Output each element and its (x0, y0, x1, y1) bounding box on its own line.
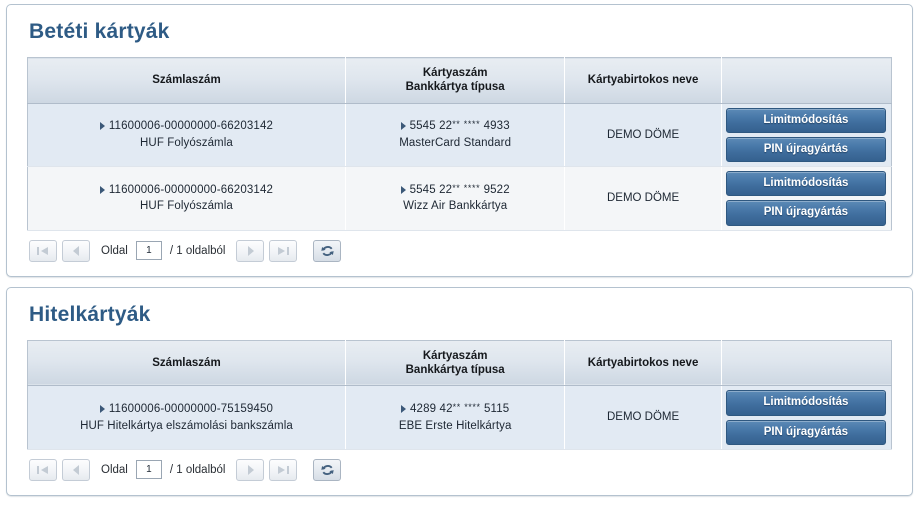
refresh-button[interactable] (313, 239, 342, 262)
cell-card-holder: DEMO DÖME (564, 166, 722, 231)
table-header-row: Számlaszám Kártyaszám Bankkártya típusa … (27, 57, 892, 104)
cell-card-holder: DEMO DÖME (564, 103, 722, 168)
cell-account-number: 11600006-00000000-66203142 HUF Folyószám… (27, 103, 346, 168)
card-number-line: 5545 22** **** 4933 (352, 118, 558, 135)
pagination-suffix: / 1 oldalból (169, 463, 226, 476)
cell-card-number: 5545 22** **** 9522 Wizz Air Bankkártya (345, 166, 566, 231)
account-number-line: 11600006-00000000-75159450 (34, 401, 339, 418)
first-page-button[interactable] (29, 458, 57, 481)
account-type-value: HUF Folyószámla (140, 200, 233, 213)
cell-actions: Limitmódosítás PIN újragyártás (721, 385, 892, 450)
column-header-actions (721, 57, 892, 104)
page-number-input[interactable] (135, 241, 162, 261)
cell-card-number: 5545 22** **** 4933 MasterCard Standard (345, 103, 566, 168)
expand-triangle-icon[interactable] (99, 404, 105, 413)
limit-modification-button[interactable]: Limitmódosítás (725, 171, 886, 197)
pagination-debit: Oldal / 1 oldalból (27, 231, 892, 262)
card-type-value: MasterCard Standard (399, 137, 512, 150)
card-number-prefix: 4289 42 (410, 403, 453, 416)
column-header-card-number: Kártyaszám (422, 67, 488, 80)
previous-page-button[interactable] (62, 458, 90, 481)
next-page-button[interactable] (236, 239, 265, 262)
cell-card-number: 4289 42** **** 5115 EBE Erste Hitelkárty… (345, 385, 566, 450)
card-number-prefix: 5545 22 (409, 120, 453, 133)
pin-regeneration-button[interactable]: PIN újragyártás (725, 200, 886, 226)
page-number-input[interactable] (135, 460, 162, 480)
column-header-account-number: Számlaszám (27, 340, 346, 387)
expand-triangle-icon[interactable] (400, 185, 406, 194)
column-header-card-holder: Kártyabirtokos neve (564, 340, 722, 387)
card-number-mask1: ** (452, 119, 461, 130)
pin-regeneration-button[interactable]: PIN újragyártás (725, 137, 886, 163)
account-number-line: 11600006-00000000-66203142 (34, 118, 339, 135)
page-title-credit: Hitelkártyák (29, 302, 151, 326)
refresh-button[interactable] (313, 458, 342, 481)
limit-modification-button[interactable]: Limitmódosítás (725, 390, 886, 416)
expand-triangle-icon[interactable] (401, 404, 406, 413)
card-number-suffix: 5115 (483, 403, 510, 416)
card-number-prefix: 5545 22 (409, 183, 453, 196)
column-header-card-number-type: Kártyaszám Bankkártya típusa (345, 57, 566, 104)
pagination-label: Oldal (101, 463, 128, 476)
column-header-account-number: Számlaszám (27, 57, 346, 104)
card-number-line: 4289 42** **** 5115 (352, 401, 558, 418)
debit-cards-table: Számlaszám Kártyaszám Bankkártya típusa … (27, 57, 892, 231)
account-number-value: 11600006-00000000-75159450 (108, 403, 274, 416)
account-number-value: 11600006-00000000-66203142 (108, 183, 274, 196)
cell-account-number: 11600006-00000000-75159450 HUF Hitelkárt… (27, 385, 346, 450)
account-type-value: HUF Hitelkártya elszámolási bankszámla (80, 419, 293, 432)
column-header-card-number-type: Kártyaszám Bankkártya típusa (345, 340, 566, 387)
cell-account-number: 11600006-00000000-66203142 HUF Folyószám… (27, 166, 346, 231)
account-number-line: 11600006-00000000-66203142 (34, 182, 339, 199)
column-header-card-type: Bankkártya típusa (405, 81, 505, 94)
column-header-card-holder: Kártyabirtokos neve (564, 57, 722, 104)
column-header-card-type: Bankkártya típusa (405, 364, 505, 377)
debit-cards-panel: Betéti kártyák Számlaszám Kártyaszám Ban… (6, 4, 913, 277)
card-type-value: Wizz Air Bankkártya (403, 200, 508, 213)
expand-triangle-icon[interactable] (99, 122, 105, 131)
table-row: 11600006-00000000-66203142 HUF Folyószám… (27, 166, 892, 231)
previous-page-button[interactable] (62, 239, 90, 262)
limit-modification-button[interactable]: Limitmódosítás (725, 107, 886, 134)
account-type-value: HUF Folyószámla (140, 137, 233, 150)
last-page-button[interactable] (269, 239, 298, 262)
column-header-card-number: Kártyaszám (422, 349, 488, 362)
card-number-mask1: ** (452, 402, 461, 413)
pin-regeneration-button[interactable]: PIN újragyártás (725, 419, 886, 445)
credit-cards-table: Számlaszám Kártyaszám Bankkártya típusa … (27, 339, 892, 450)
next-page-button[interactable] (236, 458, 265, 481)
card-type-value: EBE Erste Hitelkártya (398, 419, 512, 432)
card-number-mask1: ** (452, 182, 461, 193)
card-number-mask2: **** (463, 119, 481, 130)
cell-actions: Limitmódosítás PIN újragyártás (721, 166, 892, 231)
table-header-row: Számlaszám Kártyaszám Bankkártya típusa … (27, 340, 892, 387)
last-page-button[interactable] (269, 458, 298, 481)
card-number-mask2: **** (463, 182, 481, 193)
card-number-suffix: 4933 (483, 120, 510, 133)
first-page-button[interactable] (29, 239, 57, 262)
card-number-line: 5545 22** **** 9522 (352, 182, 558, 199)
cards-page: Betéti kártyák Számlaszám Kártyaszám Ban… (0, 0, 919, 527)
pagination-label: Oldal (101, 244, 128, 257)
expand-triangle-icon[interactable] (99, 185, 105, 194)
table-row: 11600006-00000000-75159450 HUF Hitelkárt… (27, 385, 892, 450)
table-row: 11600006-00000000-66203142 HUF Folyószám… (27, 103, 892, 168)
account-number-value: 11600006-00000000-66203142 (108, 120, 274, 133)
page-title-debit: Betéti kártyák (29, 20, 170, 43)
pagination-credit: Oldal / 1 oldalból (27, 450, 892, 481)
pagination-suffix: / 1 oldalból (169, 244, 226, 257)
credit-cards-panel: Hitelkártyák Számlaszám Kártyaszám Bankk… (6, 286, 913, 496)
card-number-mask2: **** (464, 402, 481, 413)
expand-triangle-icon[interactable] (400, 122, 406, 131)
column-header-actions (721, 340, 892, 387)
cell-card-holder: DEMO DÖME (564, 385, 722, 450)
card-number-suffix: 9522 (483, 183, 510, 196)
cell-actions: Limitmódosítás PIN újragyártás (721, 103, 892, 168)
